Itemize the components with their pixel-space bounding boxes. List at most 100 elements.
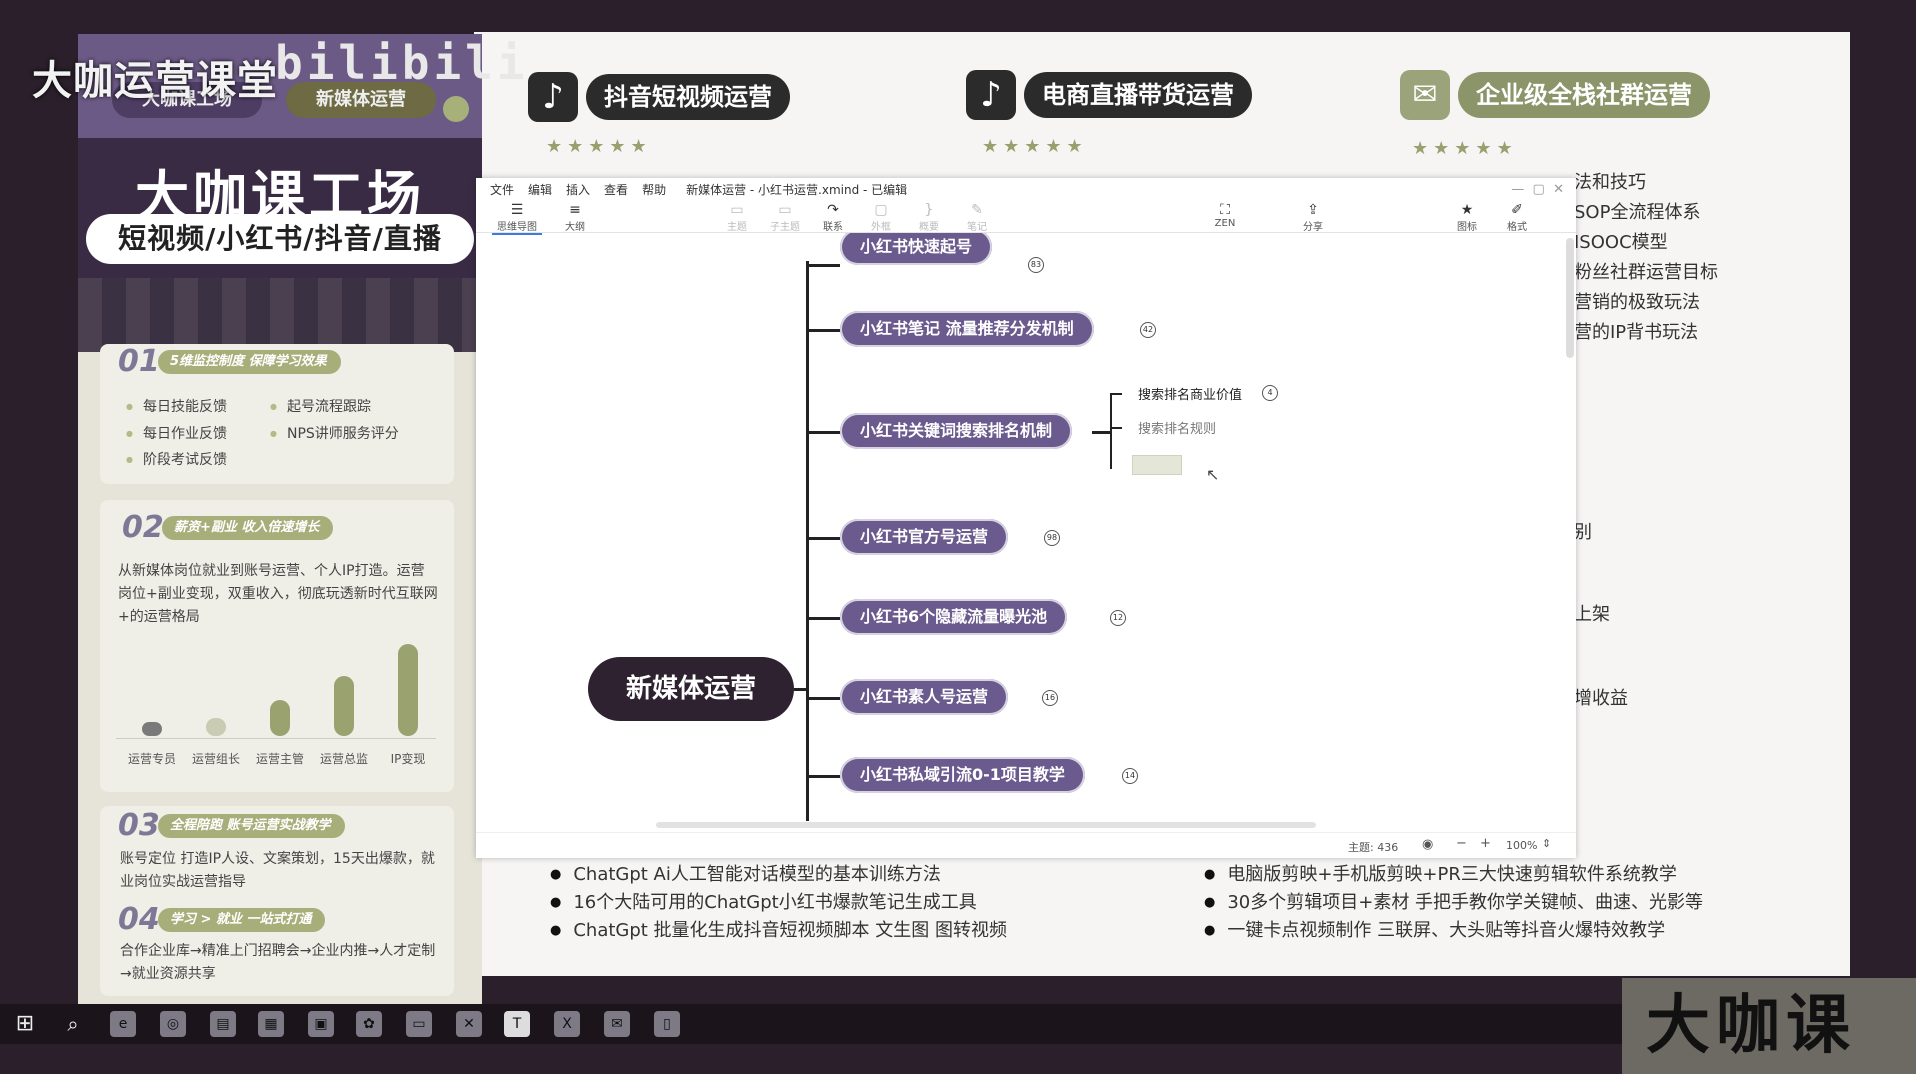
topic-count-badge[interactable]: 16 bbox=[1042, 690, 1058, 706]
topic-count-badge[interactable]: 98 bbox=[1044, 530, 1060, 546]
search-icon[interactable]: ⌕ bbox=[60, 1011, 86, 1037]
relationship-icon: ↷ bbox=[827, 202, 839, 218]
topic-count-badge[interactable]: 14 bbox=[1122, 768, 1138, 784]
format-brush-icon: ✐ bbox=[1511, 202, 1523, 218]
branch-connector bbox=[808, 617, 840, 620]
feature-item: 16个大陆可用的ChatGpt小红书爆款笔记生成工具 bbox=[550, 888, 976, 914]
topic-count-badge[interactable]: 12 bbox=[1110, 610, 1126, 626]
excel-icon[interactable]: X bbox=[554, 1011, 580, 1037]
bullet-item: 起号流程跟踪 bbox=[270, 396, 371, 416]
text-app-icon[interactable]: T bbox=[504, 1011, 530, 1037]
mindmap-view-tab[interactable]: ☰ 思维导图 bbox=[492, 202, 542, 235]
photos-icon[interactable]: ▣ bbox=[308, 1011, 334, 1037]
branch-spine bbox=[806, 261, 809, 821]
zen-button[interactable]: ⛶ ZEN bbox=[1200, 202, 1250, 229]
feature-item: ChatGpt 批量化生成抖音短视频脚本 文生图 图转视频 bbox=[550, 916, 1007, 942]
notes-button[interactable]: ✎ 笔记 bbox=[952, 202, 1002, 233]
promo-photo-strip bbox=[78, 278, 482, 352]
menu-file[interactable]: 文件 bbox=[490, 181, 514, 198]
menu-edit[interactable]: 编辑 bbox=[528, 181, 552, 198]
rating-stars: ★★★★★ bbox=[1412, 138, 1518, 159]
notepad-icon[interactable]: ▯ bbox=[654, 1011, 680, 1037]
course-line: 营销的极致玩法 bbox=[1574, 292, 1700, 313]
new-topic-placeholder[interactable] bbox=[1132, 455, 1182, 475]
format-button[interactable]: ✐ 格式 bbox=[1492, 202, 1542, 233]
course-line: 营的IP背书玩法 bbox=[1574, 322, 1699, 343]
course-line: 增收益 bbox=[1574, 688, 1628, 709]
summary-button[interactable]: } 概要 bbox=[904, 202, 954, 233]
menu-insert[interactable]: 插入 bbox=[566, 181, 590, 198]
xmind-icon[interactable]: ✕ bbox=[456, 1011, 482, 1037]
section-title: 薪资+副业 收入倍速增长 bbox=[162, 516, 334, 540]
zoom-level[interactable]: 100% bbox=[1506, 839, 1537, 852]
course-label: 抖音短视频运营 bbox=[586, 74, 790, 120]
subtopic[interactable]: 搜索排名规则 bbox=[1138, 418, 1216, 437]
branch-topic[interactable]: 小红书快速起号 bbox=[840, 233, 993, 265]
section-number: 03 bbox=[118, 808, 160, 843]
rating-stars: ★★★★★ bbox=[546, 136, 652, 157]
eye-icon[interactable]: ◉ bbox=[1422, 837, 1433, 852]
zoom-stepper-icon[interactable]: ⇕ bbox=[1542, 837, 1551, 850]
boundary-button[interactable]: ▢ 外框 bbox=[856, 202, 906, 233]
course-line: SOP全流程体系 bbox=[1574, 202, 1701, 223]
bar-label: 运营总监 bbox=[319, 752, 368, 766]
zoom-in-button[interactable]: + bbox=[1480, 836, 1491, 851]
section-03-04-card: 03 全程陪跑 账号运营实战教学 账号定位 打造IP人设、文案策划，15天出爆款… bbox=[100, 806, 454, 996]
branch-topic[interactable]: 小红书6个隐藏流量曝光池 bbox=[840, 599, 1068, 635]
zen-icon: ⛶ bbox=[1220, 202, 1230, 218]
horizontal-scrollbar[interactable] bbox=[656, 822, 1316, 828]
branch-connector bbox=[808, 697, 840, 700]
course-header-ecommerce: ♪ 电商直播带货运营 bbox=[966, 70, 1252, 120]
section-text: 合作企业库→精准上门招聘会→企业内推→人才定制→就业资源共享 bbox=[120, 943, 436, 982]
bilibili-logo: bilibili bbox=[275, 36, 529, 90]
menu-help[interactable]: 帮助 bbox=[642, 181, 666, 198]
branch-topic[interactable]: 小红书官方号运营 bbox=[840, 519, 1009, 555]
boundary-icon: ▢ bbox=[874, 202, 888, 218]
root-topic[interactable]: 新媒体运营 bbox=[588, 657, 794, 721]
vertical-scrollbar[interactable] bbox=[1566, 238, 1574, 358]
relationship-button[interactable]: ↷ 联系 bbox=[808, 202, 858, 233]
topic-count: 主题: 436 bbox=[1348, 841, 1399, 854]
menu-view[interactable]: 查看 bbox=[604, 181, 628, 198]
xmind-window: 文件 编辑 插入 查看 帮助 新媒体运营 - 小红书运营.xmind - 已编辑… bbox=[476, 178, 1576, 858]
topic-count-badge[interactable]: 83 bbox=[1028, 257, 1044, 273]
share-button[interactable]: ⇪ 分享 bbox=[1288, 202, 1338, 233]
section-number: 02 bbox=[122, 510, 164, 545]
window-controls[interactable]: — ▢ ✕ bbox=[1511, 182, 1564, 197]
chrome-icon[interactable]: ◎ bbox=[160, 1011, 186, 1037]
growth-bar bbox=[142, 722, 162, 736]
summary-icon: } bbox=[924, 202, 934, 218]
subtopic-connector bbox=[1110, 427, 1122, 429]
start-button[interactable]: ⊞ bbox=[12, 1011, 38, 1037]
app-icon[interactable]: ▦ bbox=[258, 1011, 284, 1037]
topic-count-badge[interactable]: 42 bbox=[1140, 322, 1156, 338]
outline-view-tab[interactable]: ≡ 大纲 bbox=[550, 202, 600, 233]
mindmap-canvas[interactable]: 新媒体运营 小红书快速起号 83 小红书笔记 流量推荐分发机制 42 小红书关键… bbox=[476, 233, 1576, 831]
mail-icon[interactable]: ✉ bbox=[604, 1011, 630, 1037]
icons-button[interactable]: ★ 图标 bbox=[1442, 202, 1492, 233]
section-title: 学习 > 就业 一站式打通 bbox=[158, 908, 326, 932]
branch-topic[interactable]: 小红书笔记 流量推荐分发机制 bbox=[840, 311, 1094, 347]
branch-topic[interactable]: 小红书关键词搜索排名机制 bbox=[840, 413, 1073, 449]
branch-topic[interactable]: 小红书素人号运营 bbox=[840, 679, 1009, 715]
section-title: 5维监控制度 保障学习效果 bbox=[158, 350, 341, 374]
course-line: 粉丝社群运营目标 bbox=[1574, 262, 1718, 283]
branch-topic[interactable]: 小红书私域引流0-1项目教学 bbox=[840, 757, 1085, 793]
course-label: 电商直播带货运营 bbox=[1024, 72, 1252, 118]
zoom-out-button[interactable]: − bbox=[1456, 836, 1467, 851]
branch-connector bbox=[808, 775, 840, 778]
feature-item: 电脑版剪映+手机版剪映+PR三大快速剪辑软件系统教学 bbox=[1204, 860, 1677, 886]
folder-icon[interactable]: ▭ bbox=[406, 1011, 432, 1037]
subtopic-button[interactable]: ▭ 子主题 bbox=[760, 202, 810, 233]
app-icon[interactable]: ✿ bbox=[356, 1011, 382, 1037]
edge-icon[interactable]: e bbox=[110, 1011, 136, 1037]
topic-count-badge[interactable]: 4 bbox=[1262, 385, 1278, 401]
outline-icon: ≡ bbox=[569, 202, 581, 218]
bullet-item: 阶段考试反馈 bbox=[126, 449, 227, 469]
bar-label: 运营专员 bbox=[127, 752, 176, 766]
channel-watermark: 大咖运营课堂 bbox=[32, 58, 278, 104]
topic-button[interactable]: ▭ 主题 bbox=[712, 202, 762, 233]
feature-item: 30多个剪辑项目+素材 手把手教你学关键帧、曲速、光影等 bbox=[1204, 888, 1703, 914]
app-icon[interactable]: ▤ bbox=[210, 1011, 236, 1037]
subtopic[interactable]: 搜索排名商业价值 bbox=[1138, 384, 1242, 403]
